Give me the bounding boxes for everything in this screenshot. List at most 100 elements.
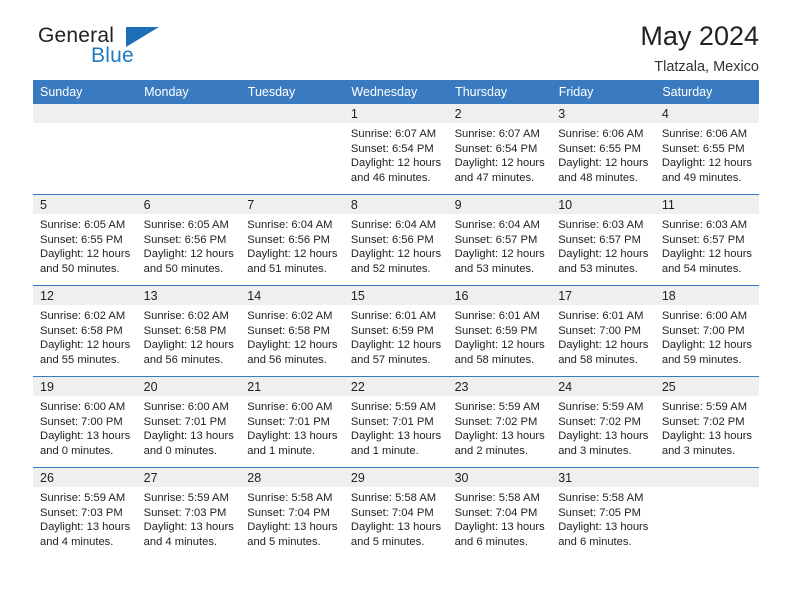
day-details: Sunrise: 6:04 AM Sunset: 6:56 PM Daylight:… <box>344 214 448 276</box>
sunrise-text: Sunrise: 6:01 AM <box>350 310 437 322</box>
calendar-day-cell[interactable]: 31 Sunrise: 5:58 AM Sunset: 7:05 PM Dayligh… <box>551 467 655 558</box>
sunrise-text: Sunrise: 6:04 AM <box>454 219 540 231</box>
calendar-day-cell[interactable]: 27 Sunrise: 5:59 AM Sunset: 7:03 PM Dayligh… <box>136 467 241 558</box>
calendar-day-cell[interactable]: 5 Sunrise: 6:05 AM Sunset: 6:55 PM Daylight… <box>33 194 137 286</box>
day-details: Sunrise: 5:58 AM Sunset: 7:04 PM Daylight:… <box>448 487 552 549</box>
daylight-text-line1: Daylight: 13 hours <box>40 430 131 443</box>
calendar-day-cell[interactable]: 19 Sunrise: 6:00 AM Sunset: 7:00 PM Dayligh… <box>33 376 137 468</box>
daylight-text-line2: and 5 minutes. <box>350 535 425 548</box>
day-number: 23 <box>447 377 552 396</box>
sunset-text: Sunset: 7:04 PM <box>350 506 434 519</box>
calendar-week-row: 12 Sunrise: 6:02 AM Sunset: 6:58 PM Dayligh… <box>33 285 759 377</box>
sunrise-text: Sunrise: 6:00 AM <box>143 401 229 413</box>
daylight-text-line2: and 3 minutes. <box>558 444 632 457</box>
day-number: 28 <box>240 468 344 487</box>
sunrise-text: Sunrise: 6:02 AM <box>247 310 333 322</box>
calendar-day-cell[interactable]: 24 Sunrise: 5:59 AM Sunset: 7:02 PM Dayligh… <box>551 376 655 468</box>
calendar-day-cell[interactable]: 15 Sunrise: 6:01 AM Sunset: 6:59 PM Dayligh… <box>343 285 448 377</box>
daylight-text-line1: Daylight: 13 hours <box>661 430 753 443</box>
day-number: 27 <box>136 468 241 487</box>
calendar-day-cell[interactable]: 22 Sunrise: 5:59 AM Sunset: 7:01 PM Dayligh… <box>343 376 448 468</box>
daylight-text-line1: Daylight: 13 hours <box>454 521 545 534</box>
calendar-day-cell[interactable]: 13 Sunrise: 6:02 AM Sunset: 6:58 PM Dayligh… <box>136 285 241 377</box>
sunrise-text: Sunrise: 6:04 AM <box>350 219 437 231</box>
daylight-text-line1: Daylight: 12 hours <box>661 248 753 261</box>
calendar-day-cell[interactable]: 16 Sunrise: 6:01 AM Sunset: 6:59 PM Dayligh… <box>447 285 552 377</box>
day-number: 4 <box>654 104 759 123</box>
daylight-text-line2: and 0 minutes. <box>143 444 218 457</box>
sunrise-text: Sunrise: 6:05 AM <box>40 219 126 231</box>
sunset-text: Sunset: 6:58 PM <box>143 324 227 337</box>
sunset-text: Sunset: 7:01 PM <box>247 415 330 428</box>
calendar-body: 1 Sunrise: 6:07 AM Sunset: 6:54 PM Daylight… <box>33 104 759 558</box>
calendar-day-cell[interactable]: 9 Sunrise: 6:04 AM Sunset: 6:57 PM Daylight… <box>447 194 552 286</box>
calendar-day-cell[interactable]: 6 Sunrise: 6:05 AM Sunset: 6:56 PM Daylight… <box>136 194 241 286</box>
calendar-day-cell[interactable]: 26 Sunrise: 5:59 AM Sunset: 7:03 PM Dayligh… <box>33 467 137 558</box>
calendar-day-cell[interactable]: 30 Sunrise: 5:58 AM Sunset: 7:04 PM Dayligh… <box>447 467 552 558</box>
daylight-text-line1: Daylight: 13 hours <box>143 430 234 443</box>
page-title: May 2024 <box>640 21 759 51</box>
daylight-text-line1: Daylight: 12 hours <box>454 339 545 352</box>
daylight-text-line1: Daylight: 13 hours <box>350 430 442 443</box>
daylight-text-line1: Daylight: 12 hours <box>143 339 234 352</box>
day-details: Sunrise: 5:59 AM Sunset: 7:02 PM Daylight:… <box>551 396 655 458</box>
calendar-day-cell[interactable]: 14 Sunrise: 6:02 AM Sunset: 6:58 PM Dayligh… <box>240 285 344 377</box>
day-details: Sunrise: 5:58 AM Sunset: 7:04 PM Daylight:… <box>344 487 448 549</box>
day-details: Sunrise: 5:59 AM Sunset: 7:02 PM Daylight:… <box>655 396 759 458</box>
daylight-text-line2: and 58 minutes. <box>558 353 638 366</box>
calendar-day-cell[interactable]: 7 Sunrise: 6:04 AM Sunset: 6:56 PM Daylight… <box>240 194 344 286</box>
daylight-text-line1: Daylight: 12 hours <box>350 157 442 170</box>
general-blue-logo[interactable]: General Blue <box>33 22 163 74</box>
day-details: Sunrise: 5:58 AM Sunset: 7:05 PM Daylight:… <box>551 487 655 549</box>
calendar-day-cell[interactable]: 4 Sunrise: 6:06 AM Sunset: 6:55 PM Daylight… <box>654 104 759 195</box>
day-number: 2 <box>447 104 552 123</box>
daylight-text-line1: Daylight: 12 hours <box>247 248 338 261</box>
sunset-text: Sunset: 7:03 PM <box>143 506 227 519</box>
calendar-day-cell[interactable]: 25 Sunrise: 5:59 AM Sunset: 7:02 PM Dayligh… <box>654 376 759 468</box>
calendar-day-cell[interactable]: 20 Sunrise: 6:00 AM Sunset: 7:01 PM Dayligh… <box>136 376 241 468</box>
day-number: 7 <box>240 195 344 214</box>
day-details: Sunrise: 6:02 AM Sunset: 6:58 PM Daylight:… <box>137 305 241 367</box>
sunset-text: Sunset: 7:04 PM <box>454 506 538 519</box>
day-details: Sunrise: 6:07 AM Sunset: 6:54 PM Daylight:… <box>344 123 448 185</box>
calendar-day-cell[interactable]: 3 Sunrise: 6:06 AM Sunset: 6:55 PM Daylight… <box>551 104 655 195</box>
sunrise-text: Sunrise: 6:07 AM <box>454 128 540 140</box>
calendar-day-cell[interactable]: 12 Sunrise: 6:02 AM Sunset: 6:58 PM Dayligh… <box>33 285 137 377</box>
day-number: 15 <box>343 286 448 305</box>
sunset-text: Sunset: 7:00 PM <box>40 415 123 428</box>
calendar-day-cell[interactable]: 10 Sunrise: 6:03 AM Sunset: 6:57 PM Dayligh… <box>551 194 655 286</box>
day-details: Sunrise: 6:07 AM Sunset: 6:54 PM Daylight:… <box>448 123 552 185</box>
day-number: 26 <box>33 468 137 487</box>
calendar-week-row: 5 Sunrise: 6:05 AM Sunset: 6:55 PM Daylight… <box>33 194 759 286</box>
calendar-day-cell[interactable]: 18 Sunrise: 6:00 AM Sunset: 7:00 PM Dayligh… <box>654 285 759 377</box>
sunset-text: Sunset: 6:58 PM <box>247 324 330 337</box>
calendar-day-cell[interactable]: 28 Sunrise: 5:58 AM Sunset: 7:04 PM Dayligh… <box>240 467 344 558</box>
daylight-text-line1: Daylight: 13 hours <box>247 521 338 534</box>
sunset-text: Sunset: 6:56 PM <box>247 233 330 246</box>
calendar-day-cell[interactable]: 21 Sunrise: 6:00 AM Sunset: 7:01 PM Dayligh… <box>240 376 344 468</box>
calendar-day-cell[interactable]: 1 Sunrise: 6:07 AM Sunset: 6:54 PM Daylight… <box>343 104 448 195</box>
sunrise-text: Sunrise: 5:59 AM <box>661 401 748 413</box>
calendar-day-cell[interactable]: 11 Sunrise: 6:03 AM Sunset: 6:57 PM Dayligh… <box>654 194 759 286</box>
sunset-text: Sunset: 6:55 PM <box>558 142 641 155</box>
daylight-text-line1: Daylight: 12 hours <box>558 248 649 261</box>
daylight-text-line1: Daylight: 12 hours <box>40 339 131 352</box>
day-number: 29 <box>343 468 448 487</box>
daylight-text-line1: Daylight: 13 hours <box>143 521 234 534</box>
calendar-day-cell[interactable]: 17 Sunrise: 6:01 AM Sunset: 7:00 PM Dayligh… <box>551 285 655 377</box>
day-number: 19 <box>33 377 137 396</box>
calendar-day-cell[interactable]: 8 Sunrise: 6:04 AM Sunset: 6:56 PM Daylight… <box>343 194 448 286</box>
sunset-text: Sunset: 7:02 PM <box>454 415 538 428</box>
sunset-text: Sunset: 6:54 PM <box>350 142 434 155</box>
calendar-day-cell[interactable]: 29 Sunrise: 5:58 AM Sunset: 7:04 PM Dayligh… <box>343 467 448 558</box>
sunrise-text: Sunrise: 5:58 AM <box>558 492 644 504</box>
daylight-text-line2: and 4 minutes. <box>40 535 114 548</box>
day-number: 13 <box>136 286 241 305</box>
day-number: 12 <box>33 286 137 305</box>
day-number: 18 <box>654 286 759 305</box>
calendar-cell-empty <box>240 104 344 195</box>
calendar-week-row: 1 Sunrise: 6:07 AM Sunset: 6:54 PM Daylight… <box>33 104 759 195</box>
calendar-day-cell[interactable]: 2 Sunrise: 6:07 AM Sunset: 6:54 PM Daylight… <box>447 104 552 195</box>
calendar-day-cell[interactable]: 23 Sunrise: 5:59 AM Sunset: 7:02 PM Dayligh… <box>447 376 552 468</box>
sunrise-text: Sunrise: 6:00 AM <box>661 310 748 322</box>
